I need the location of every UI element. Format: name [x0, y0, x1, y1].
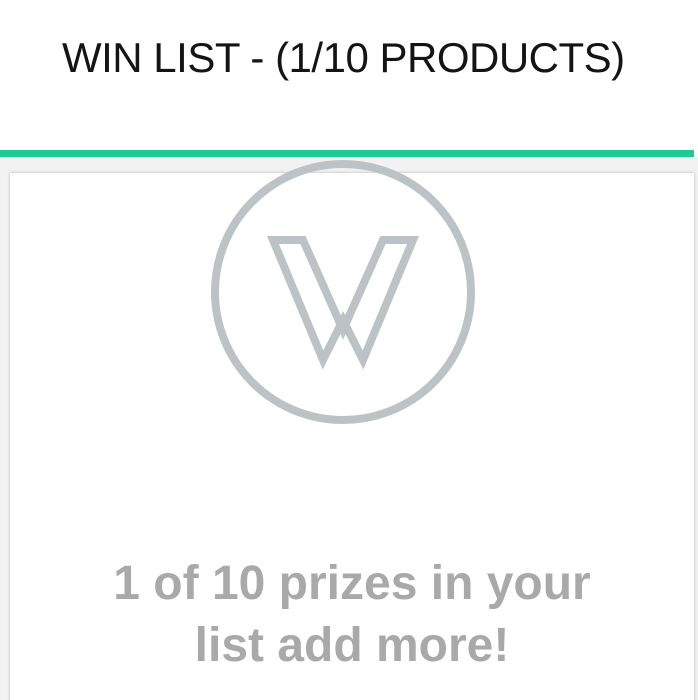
header: WIN LIST - (1/10 PRODUCTS)	[0, 0, 698, 150]
logo-w-letter	[267, 236, 419, 370]
empty-list-message: 1 of 10 prizes in your list add more!	[10, 553, 694, 677]
win-list-screen: WIN LIST - (1/10 PRODUCTS) 1 of 10 prize…	[0, 0, 698, 700]
logo-circle	[211, 160, 475, 424]
w-logo-icon	[211, 160, 475, 424]
page-title: WIN LIST - (1/10 PRODUCTS)	[62, 34, 625, 81]
message-line-2: list add more!	[194, 619, 510, 672]
message-line-1: 1 of 10 prizes in your	[113, 557, 591, 610]
tab-indicator	[0, 150, 694, 157]
